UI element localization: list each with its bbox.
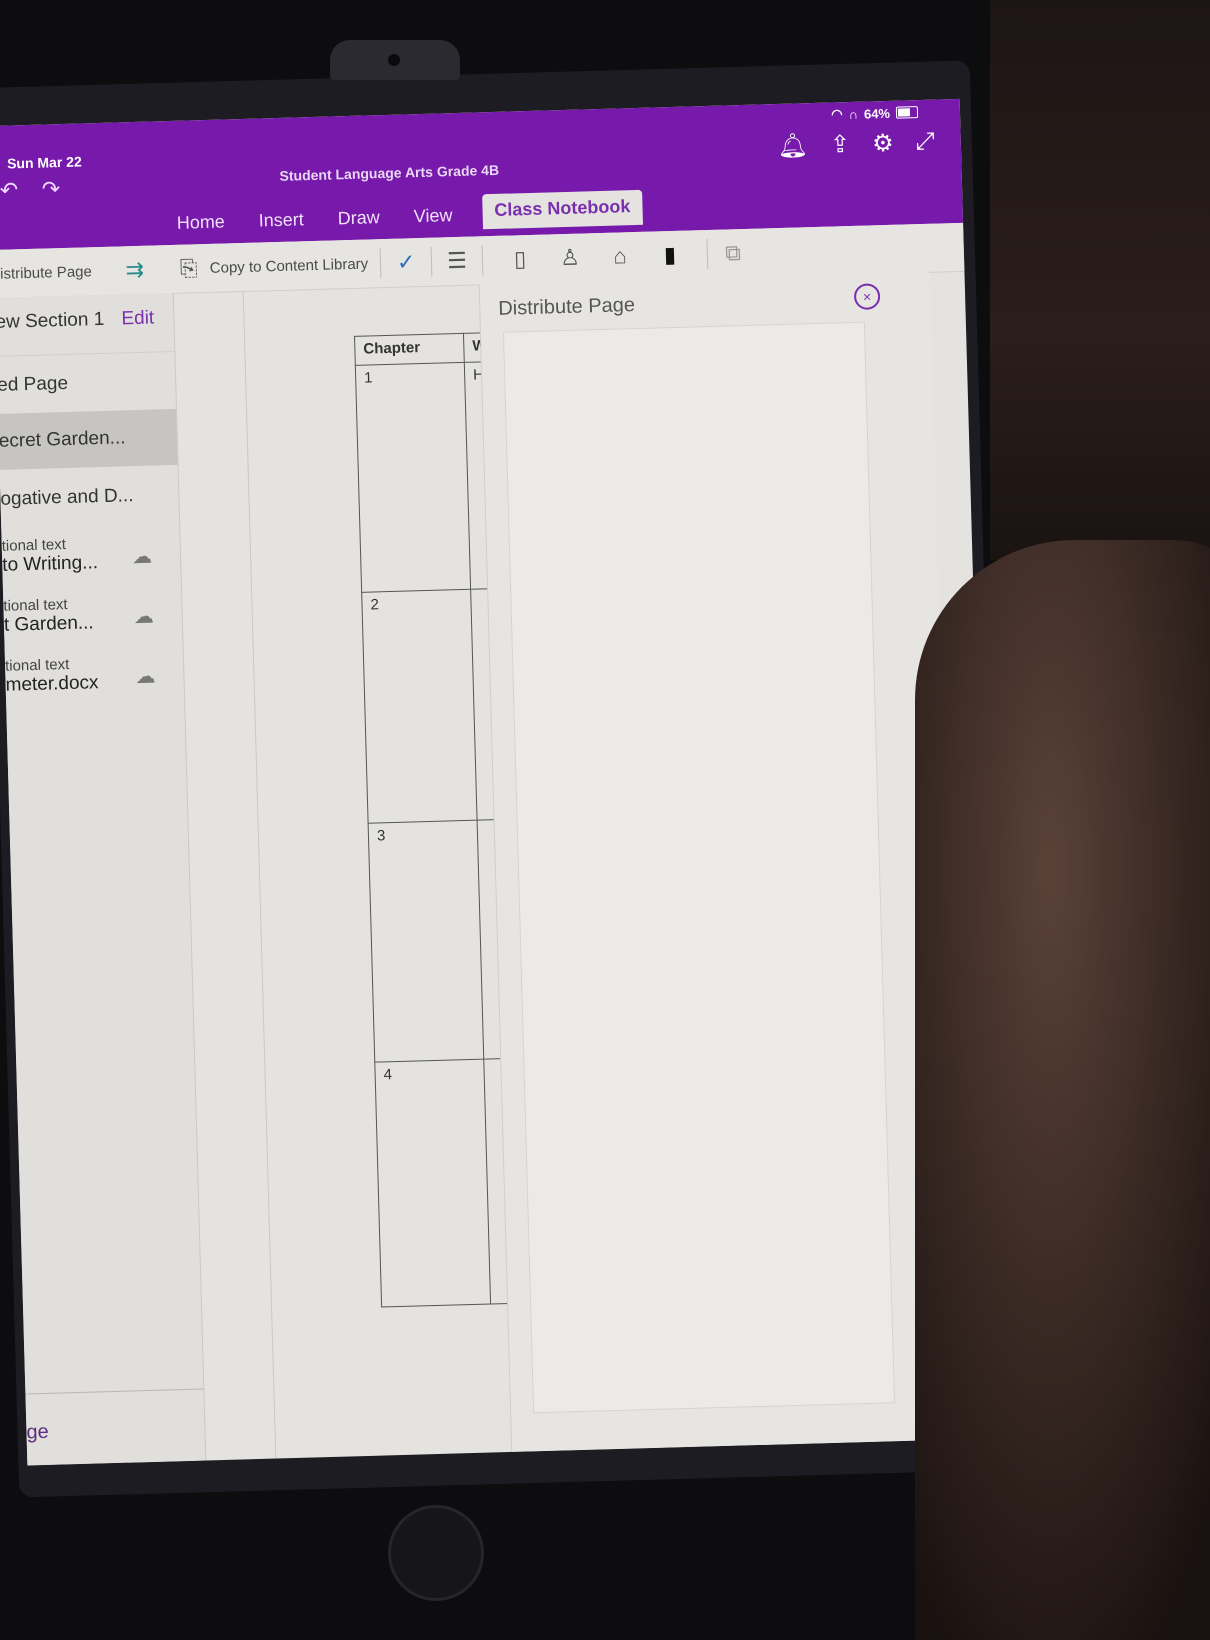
gear-icon[interactable]: ⚙ bbox=[872, 129, 894, 159]
attachment-name: meter.docx bbox=[5, 672, 99, 696]
table-cell[interactable]: 4 bbox=[374, 1059, 491, 1308]
distribute-page-label: istribute Page bbox=[0, 262, 93, 283]
share-icon[interactable]: ⇪ bbox=[830, 130, 851, 160]
close-icon[interactable]: × bbox=[853, 283, 881, 310]
redo-button[interactable]: ↷ bbox=[41, 176, 60, 203]
top-actions: 🔔︎ ⇪ ⚙ ⤢ bbox=[777, 128, 935, 161]
bell-icon[interactable]: 🔔︎ bbox=[777, 131, 808, 161]
table-cell[interactable]: 2 bbox=[361, 589, 478, 824]
front-camera bbox=[330, 40, 460, 80]
attachment-item[interactable]: tional text meter.docx ☁ bbox=[5, 653, 184, 714]
divider bbox=[430, 246, 433, 277]
tab-view[interactable]: View bbox=[409, 201, 456, 231]
person-icon[interactable]: ♙ bbox=[557, 242, 584, 273]
table-cell[interactable]: 3 bbox=[368, 820, 484, 1063]
graduation-cap-icon[interactable]: ⌂ bbox=[607, 241, 634, 272]
tab-insert[interactable]: Insert bbox=[254, 205, 308, 235]
table-row: 2 bbox=[361, 588, 509, 824]
copy-label: Copy to Content Library bbox=[209, 254, 369, 277]
battery-icon bbox=[895, 106, 919, 119]
link-window-icon[interactable]: ⧉ bbox=[720, 238, 747, 269]
assignment-icon[interactable]: ☰ bbox=[444, 246, 471, 277]
review-check-icon[interactable]: ✓ bbox=[393, 247, 420, 278]
tab-home[interactable]: Home bbox=[172, 207, 229, 238]
attachment-name: to Writing... bbox=[1, 552, 99, 576]
tab-class-notebook[interactable]: Class Notebook bbox=[481, 189, 643, 230]
fullscreen-icon[interactable]: ⤢ bbox=[915, 128, 935, 158]
document-title: Student Language Arts Grade 4B bbox=[279, 161, 500, 184]
page-title: ed Page bbox=[0, 372, 69, 396]
table-header-row: Chapter W bbox=[354, 332, 496, 366]
divider bbox=[25, 1388, 204, 1395]
table-row: 4 bbox=[374, 1058, 522, 1308]
wifi-icon: ◠ bbox=[831, 106, 843, 122]
divider bbox=[481, 245, 484, 276]
attachment-item[interactable]: tional text t Garden... ☁ bbox=[3, 593, 182, 654]
ribbon-tabs: Home Insert Draw View Class Notebook bbox=[172, 189, 643, 238]
hand bbox=[915, 540, 1210, 1640]
edit-button[interactable]: Edit bbox=[121, 307, 154, 330]
background-shadow bbox=[990, 0, 1210, 560]
cloud-download-icon[interactable]: ☁ bbox=[132, 544, 153, 570]
divider bbox=[379, 248, 382, 279]
table-cell[interactable]: 1 bbox=[355, 362, 471, 593]
table-row: 1 H bbox=[355, 361, 502, 593]
section-title: ew Section 1 bbox=[0, 308, 105, 333]
notebook-page-icon[interactable]: ▯ bbox=[507, 244, 534, 275]
page-item[interactable]: ogative and D... bbox=[0, 467, 179, 528]
cloud-download-icon[interactable]: ☁ bbox=[133, 604, 154, 630]
page-title: ogative and D... bbox=[0, 485, 134, 510]
home-button[interactable] bbox=[388, 1505, 484, 1601]
ipad-screen: Sun Mar 22 ◠ ∩ 64% ↶ ↷ Student Language … bbox=[0, 98, 998, 1466]
page-item-selected[interactable]: ecret Garden... bbox=[0, 408, 178, 470]
panel-content bbox=[502, 321, 896, 1414]
table-row: 3 bbox=[368, 819, 515, 1063]
undo-button[interactable]: ↶ bbox=[0, 177, 19, 204]
battery-percent: 64% bbox=[863, 105, 891, 122]
distribute-arrow-icon[interactable]: ⇉ bbox=[121, 255, 148, 286]
divider bbox=[706, 239, 709, 270]
header-chapter: Chapter bbox=[354, 333, 465, 366]
status-date: Sun Mar 22 bbox=[6, 153, 82, 172]
attachment-item[interactable]: tional text to Writing... ☁ bbox=[2, 533, 181, 594]
copy-pages-icon: ⎘ bbox=[179, 255, 198, 281]
copy-to-content-library-button[interactable]: ⎘ Copy to Content Library bbox=[175, 249, 369, 284]
attachment-name: t Garden... bbox=[3, 612, 94, 636]
headphones-icon: ∩ bbox=[848, 106, 859, 122]
section-header: ew Section 1 Edit bbox=[0, 306, 175, 357]
distribute-page-panel: Distribute Page × bbox=[478, 271, 963, 1452]
page-list-sidebar: ew Section 1 Edit ed Page ecret Garden..… bbox=[0, 292, 207, 1466]
page-item[interactable]: ed Page bbox=[0, 353, 176, 414]
distribute-page-button[interactable]: istribute Page bbox=[0, 263, 92, 283]
notebook-icon[interactable]: ▮ bbox=[657, 240, 684, 271]
panel-title: Distribute Page bbox=[497, 294, 636, 320]
tab-draw[interactable]: Draw bbox=[333, 203, 384, 233]
cloud-download-icon[interactable]: ☁ bbox=[135, 664, 156, 690]
status-indicators: ◠ ∩ 64% bbox=[831, 104, 919, 122]
page-title: ecret Garden... bbox=[0, 427, 126, 452]
add-page-button[interactable]: ge bbox=[26, 1421, 49, 1445]
